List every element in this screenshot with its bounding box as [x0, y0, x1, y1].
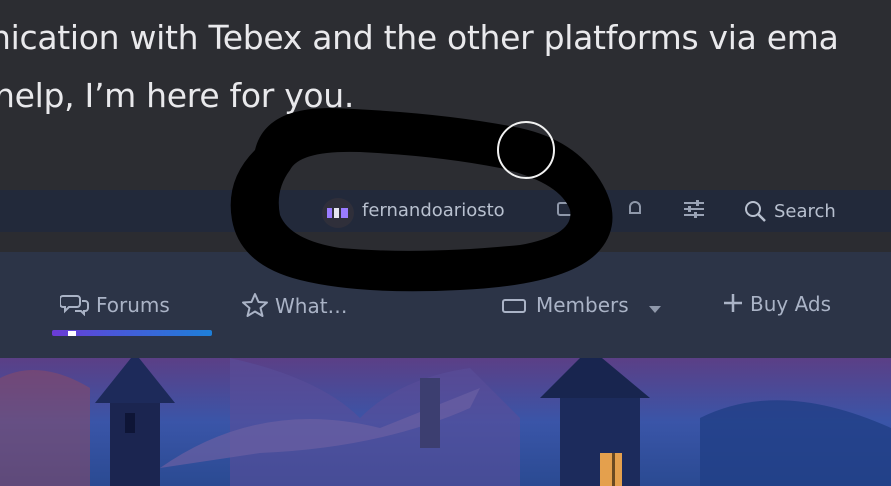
- nav-tab-forums[interactable]: Forums: [59, 292, 170, 321]
- active-tab-indicator: [52, 330, 212, 336]
- search-link[interactable]: Search: [774, 201, 836, 222]
- nav-tab-whats-new[interactable]: What…: [241, 292, 348, 323]
- nav-tab-buy-ads[interactable]: Buy Ads: [722, 292, 831, 319]
- cursor-indicator: [497, 121, 555, 179]
- nav-tab-label: Members: [536, 293, 629, 317]
- message-line: nication with Tebex and the other platfo…: [0, 18, 839, 57]
- bell-icon[interactable]: [624, 198, 646, 224]
- avatar[interactable]: [322, 198, 354, 228]
- mail-icon[interactable]: [556, 198, 578, 224]
- nav-tab-label: What…: [275, 294, 348, 318]
- avatar-logo-icon: [327, 208, 348, 218]
- members-icon: [500, 292, 530, 321]
- username-link[interactable]: fernandoariosto: [362, 200, 505, 221]
- nav-tab-label: Forums: [96, 293, 170, 317]
- star-icon: [241, 292, 269, 323]
- search-icon[interactable]: [743, 199, 767, 227]
- header-banner-image: [0, 358, 891, 486]
- active-tab-dot: [68, 331, 76, 336]
- main-nav: Forums What… Members Buy Ads: [0, 252, 891, 358]
- message-area: nication with Tebex and the other platfo…: [0, 0, 891, 190]
- nav-tab-members[interactable]: Members: [500, 292, 662, 321]
- forums-icon: [59, 292, 90, 321]
- message-line: help, I’m here for you.: [0, 76, 355, 115]
- user-bar: fernandoariosto Search: [0, 190, 891, 232]
- filter-icon[interactable]: [682, 198, 706, 224]
- banner-illustration: [0, 358, 891, 486]
- nav-tab-label: Buy Ads: [750, 292, 832, 316]
- plus-icon: [722, 292, 744, 319]
- chevron-down-icon[interactable]: [649, 295, 662, 319]
